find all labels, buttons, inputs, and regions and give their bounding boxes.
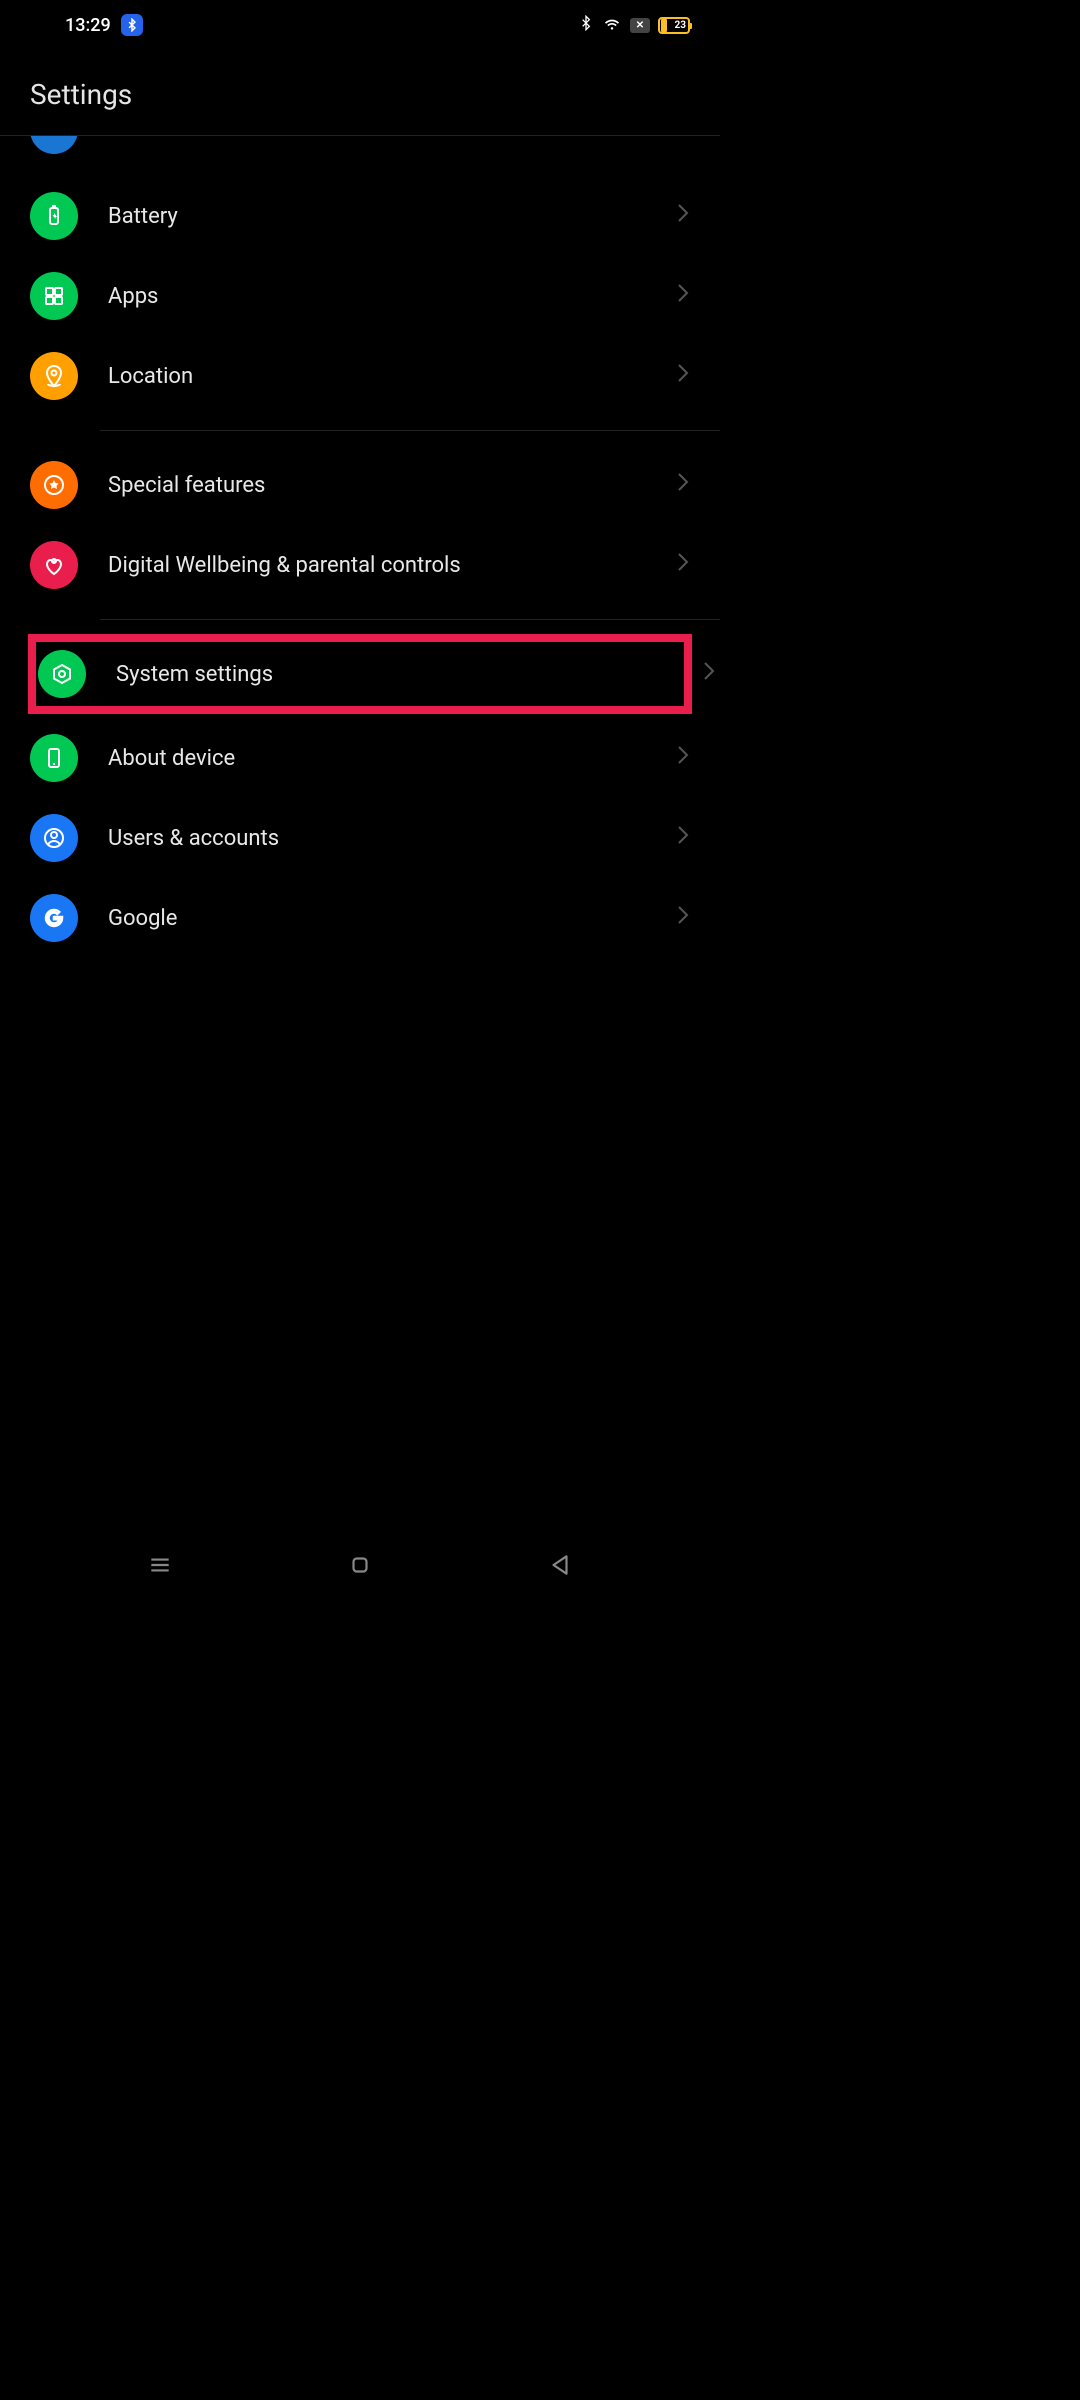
chevron-right-icon	[676, 471, 690, 499]
battery-icon: 23	[658, 17, 690, 34]
settings-item-apps[interactable]: Apps	[0, 256, 720, 336]
chevron-right-icon	[676, 744, 690, 772]
item-label: Google	[108, 906, 676, 931]
chevron-right-icon	[676, 551, 690, 579]
item-label: System settings	[116, 662, 684, 687]
partial-previous-item[interactable]	[0, 136, 720, 166]
header: Settings	[0, 50, 720, 136]
settings-item-location[interactable]: Location	[0, 336, 720, 416]
item-label: Battery	[108, 204, 676, 229]
google-circle-icon	[30, 894, 78, 942]
chevron-right-icon	[676, 362, 690, 390]
star-circle-icon	[30, 461, 78, 509]
no-sim-icon: ✕	[630, 18, 650, 33]
bluetooth-app-icon	[121, 14, 143, 36]
status-time: 13:29	[65, 15, 111, 36]
item-label: Users & accounts	[108, 826, 676, 851]
item-label: Location	[108, 364, 676, 389]
settings-item-users-accounts[interactable]: Users & accounts	[0, 798, 720, 878]
chevron-right-icon	[676, 904, 690, 932]
item-label: Digital Wellbeing & parental controls	[108, 553, 676, 578]
item-label: Apps	[108, 284, 676, 309]
page-title: Settings	[30, 78, 690, 111]
system-settings-circle-icon	[38, 650, 86, 698]
settings-item-system-settings-highlighted[interactable]: System settings	[28, 634, 692, 714]
status-right: ✕ 23	[578, 13, 690, 38]
chevron-right-icon	[676, 202, 690, 230]
nav-home-icon[interactable]	[347, 1552, 373, 1578]
bluetooth-icon	[578, 15, 594, 35]
user-circle-icon	[30, 814, 78, 862]
settings-item-special-features[interactable]: Special features	[0, 445, 720, 525]
location-circle-icon	[30, 352, 78, 400]
divider	[100, 430, 720, 431]
nav-back-icon[interactable]	[547, 1552, 573, 1578]
divider	[100, 619, 720, 620]
status-left: 13:29	[65, 14, 143, 36]
chevron-right-icon	[702, 660, 716, 688]
settings-item-digital-wellbeing[interactable]: Digital Wellbeing & parental controls	[0, 525, 720, 605]
apps-circle-icon	[30, 272, 78, 320]
status-bar: 13:29 ✕ 23	[0, 0, 720, 50]
wifi-icon	[602, 13, 622, 38]
chevron-right-icon	[676, 824, 690, 852]
settings-item-about-device[interactable]: About device	[0, 718, 720, 798]
nav-recent-icon[interactable]	[147, 1552, 173, 1578]
chevron-right-icon	[676, 282, 690, 310]
item-label: Special features	[108, 473, 676, 498]
battery-circle-icon	[30, 192, 78, 240]
item-label: About device	[108, 746, 676, 771]
settings-item-google[interactable]: Google	[0, 878, 720, 958]
settings-item-battery[interactable]: Battery	[0, 176, 720, 256]
phone-circle-icon	[30, 734, 78, 782]
battery-percent: 23	[675, 20, 686, 31]
settings-list: Battery Apps Location Special features	[0, 166, 720, 958]
wellbeing-circle-icon	[30, 541, 78, 589]
navigation-bar	[0, 1530, 720, 1600]
